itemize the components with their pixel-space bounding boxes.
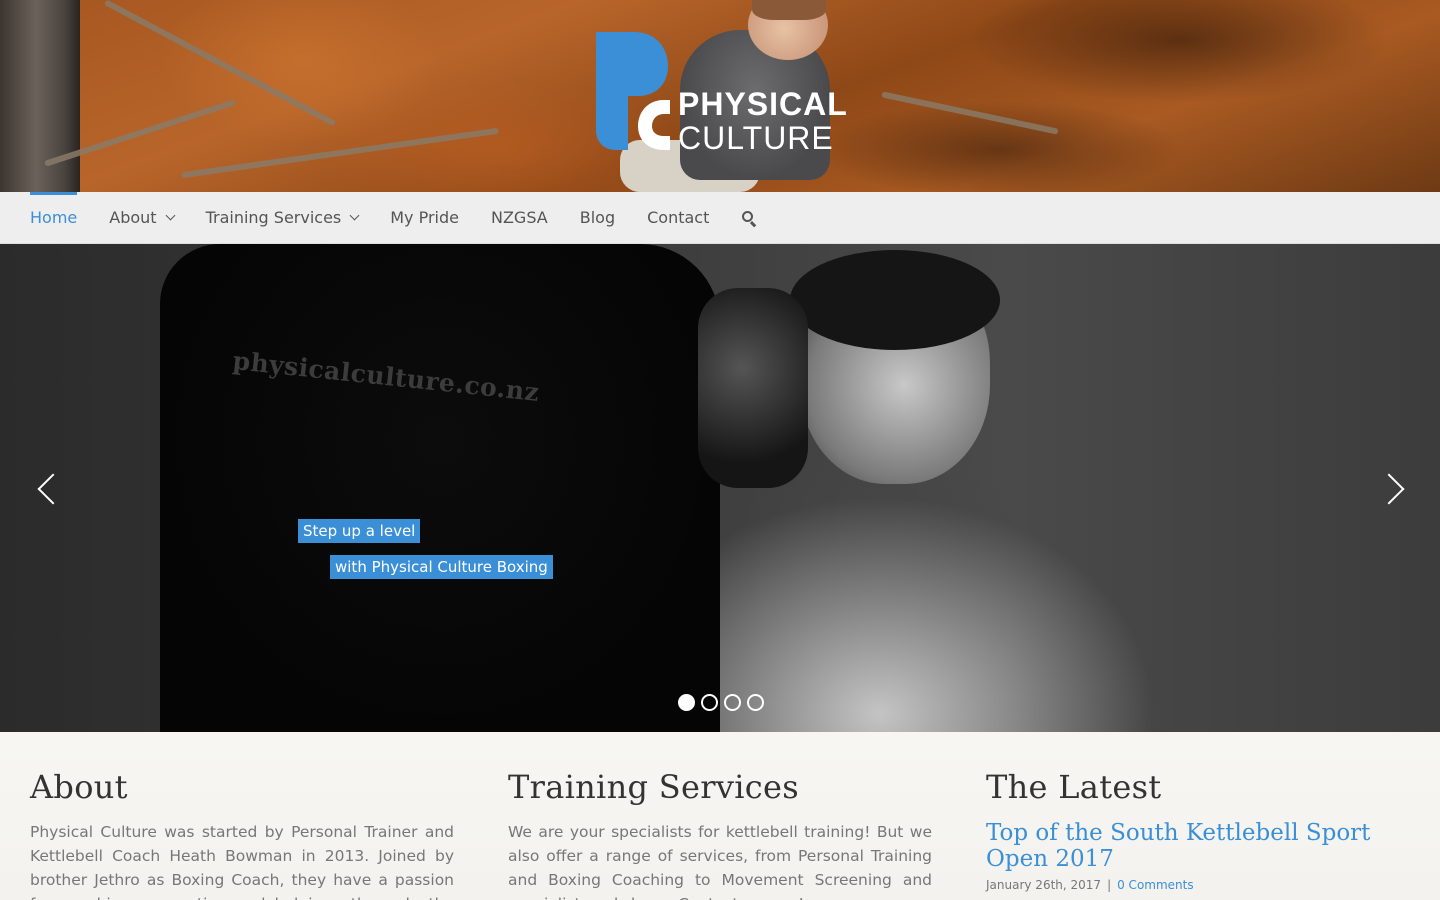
slider-dot-2[interactable] (701, 694, 718, 711)
about-column: About Physical Culture was started by Pe… (30, 768, 454, 900)
services-text: We are your specialists for kettlebell t… (508, 823, 932, 900)
slide-photo-boxer-hair (790, 250, 1000, 350)
tree-trunk-image (0, 0, 80, 192)
nav-item-label: NZGSA (491, 208, 548, 227)
nav-item-nzgsa[interactable]: NZGSA (491, 192, 548, 244)
boxing-glove-image (698, 288, 808, 488)
site-logo[interactable]: PHYSICAL CULTURE (594, 30, 854, 156)
chevron-right-icon (1373, 473, 1405, 505)
logo-text-physical: PHYSICAL (678, 86, 848, 122)
slider-dot-3[interactable] (724, 694, 741, 711)
nav-item-home[interactable]: Home (30, 191, 78, 244)
latest-heading: The Latest (986, 768, 1162, 806)
slide-caption-line1: Step up a level (298, 519, 421, 543)
nav-item-training-services[interactable]: Training Services (205, 192, 360, 244)
nav-item-label: Blog (579, 208, 616, 227)
post-meta: January 26th, 2017 | 0 Comments (986, 878, 1406, 892)
nav-item-label: Training Services (205, 208, 342, 227)
header-banner: PHYSICAL CULTURE (0, 0, 1440, 192)
search-icon[interactable] (741, 210, 757, 227)
hero-slider: physicalculture.co.nz Step up a level wi… (0, 244, 1440, 732)
logo-text-culture: CULTURE (678, 120, 834, 156)
services-column: Training Services We are your specialist… (508, 768, 932, 900)
content-area: About Physical Culture was started by Pe… (0, 732, 1440, 900)
post-date: January 26th, 2017 (986, 878, 1102, 892)
nav-item-label: My Pride (390, 208, 459, 227)
branch-decoration (881, 91, 1059, 135)
nav-item-about[interactable]: About (109, 192, 176, 244)
nav-item-label: About (109, 208, 157, 227)
chevron-down-icon (165, 210, 176, 221)
nav-item-label: Contact (647, 208, 710, 227)
slide-photo-trainer (160, 244, 720, 732)
slider-pagination (678, 694, 764, 711)
chevron-left-icon (37, 473, 69, 505)
slider-prev-button[interactable] (32, 470, 69, 510)
chevron-down-icon (349, 210, 360, 221)
slide-caption-line2: with Physical Culture Boxing (330, 555, 553, 579)
latest-column: The Latest Top of the South Kettlebell S… (986, 768, 1406, 892)
slider-next-button[interactable] (1373, 470, 1408, 510)
nav-item-contact[interactable]: Contact (647, 192, 709, 244)
about-text: Physical Culture was started by Personal… (30, 823, 454, 900)
nav-item-label: Home (30, 208, 78, 227)
nav-item-blog[interactable]: Blog (580, 192, 615, 244)
about-heading: About (30, 768, 128, 806)
main-nav: Home About Training Services My Pride NZ… (0, 191, 1440, 244)
branch-decoration (181, 127, 499, 179)
post-comments-link[interactable]: 0 Comments (1117, 878, 1194, 892)
meta-separator: | (1107, 878, 1112, 892)
slider-dot-4[interactable] (747, 694, 764, 711)
latest-post-title-link[interactable]: Top of the South Kettlebell Sport Open 2… (986, 820, 1406, 872)
slider-dot-1[interactable] (678, 694, 695, 711)
nav-item-my-pride[interactable]: My Pride (390, 192, 459, 244)
services-heading: Training Services (508, 768, 799, 806)
